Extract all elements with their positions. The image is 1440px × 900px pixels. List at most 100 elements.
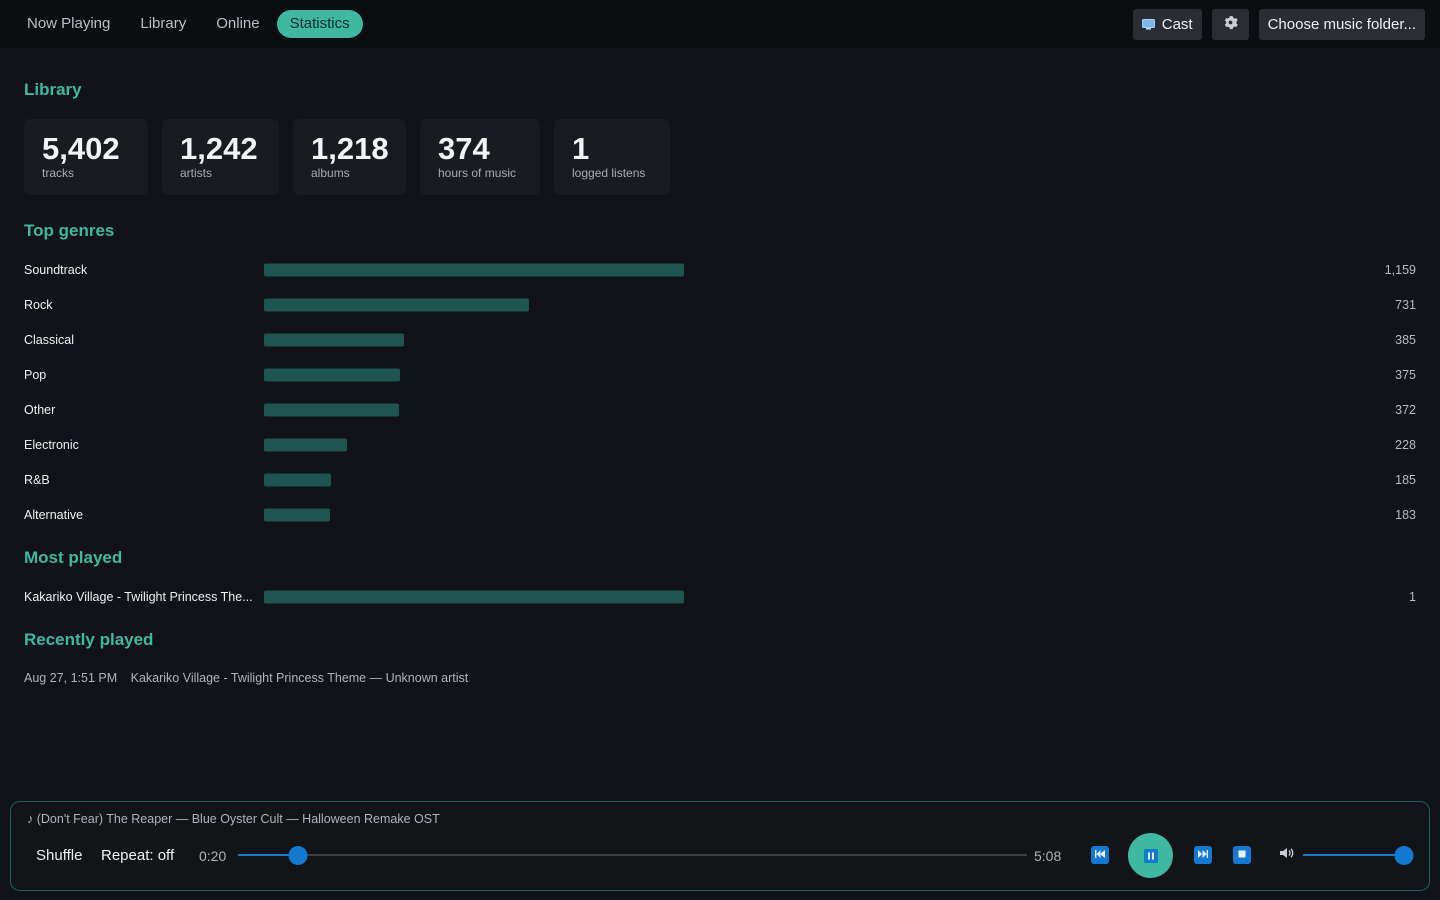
previous-icon <box>1094 846 1106 864</box>
genre-bar <box>264 298 529 311</box>
volume-icon <box>1279 846 1295 864</box>
genre-count: 1,159 <box>1384 262 1416 277</box>
genre-bar-track <box>264 368 400 381</box>
genre-row: Alternative 183 <box>24 497 1416 532</box>
most-played-count: 1 <box>1409 589 1416 604</box>
tab-now-playing[interactable]: Now Playing <box>14 10 123 38</box>
stat-label: albums <box>311 166 350 180</box>
previous-button[interactable] <box>1091 846 1109 864</box>
stat-value: 5,402 <box>42 131 120 166</box>
stat-label: logged listens <box>572 166 646 180</box>
genre-count: 372 <box>1395 402 1416 417</box>
seek-bar[interactable] <box>238 846 1027 865</box>
genre-name: Soundtrack <box>24 262 88 277</box>
most-played-bar-track <box>264 590 684 603</box>
genre-count: 731 <box>1395 297 1416 312</box>
genre-count: 185 <box>1395 472 1416 487</box>
recent-timestamp: Aug 27, 1:51 PM <box>24 671 118 685</box>
most-played-heading: Most played <box>24 548 123 567</box>
cast-button[interactable]: Cast <box>1132 8 1202 40</box>
next-button[interactable] <box>1194 846 1212 864</box>
recently-played-heading: Recently played <box>24 630 154 649</box>
nav-tabs: Now Playing Library Online Statistics <box>14 10 363 38</box>
volume-handle[interactable] <box>1394 846 1414 865</box>
genre-row: Rock 731 <box>24 287 1416 322</box>
stat-label: tracks <box>42 166 75 180</box>
gear-icon <box>1223 15 1238 34</box>
cast-icon <box>1141 18 1155 30</box>
genre-bar-track <box>264 438 347 451</box>
genre-name: Other <box>24 402 56 417</box>
genre-bar-track <box>264 508 330 521</box>
repeat-button[interactable]: Repeat: off <box>101 847 174 864</box>
stat-card-artists: 1,242 artists <box>162 119 279 195</box>
most-played-name: Kakariko Village - Twilight Princess The… <box>24 589 253 604</box>
genre-bar-track <box>264 298 529 311</box>
genre-name: Classical <box>24 332 75 347</box>
stat-label: artists <box>180 166 213 180</box>
genre-bar <box>264 473 331 486</box>
duration-time: 5:08 <box>1034 848 1062 864</box>
stat-value: 1 <box>572 131 590 166</box>
most-played-list: Kakariko Village - Twilight Princess The… <box>24 579 1416 614</box>
genre-row: R&B 185 <box>24 462 1416 497</box>
stat-label: hours of music <box>438 166 517 180</box>
tab-statistics[interactable]: Statistics <box>276 10 363 38</box>
player-bar: ♪ (Don't Fear) The Reaper — Blue Oyster … <box>10 801 1430 891</box>
genre-count: 385 <box>1395 332 1416 347</box>
stat-card-hours: 374 hours of music <box>420 119 540 195</box>
genre-name: Electronic <box>24 437 79 452</box>
choose-folder-button[interactable]: Choose music folder... <box>1258 8 1425 40</box>
stop-icon <box>1237 846 1247 864</box>
seek-handle[interactable] <box>288 846 308 865</box>
genre-row: Pop 375 <box>24 357 1416 392</box>
stop-button[interactable] <box>1233 846 1251 864</box>
genre-row: Other 372 <box>24 392 1416 427</box>
cast-label: Cast <box>1161 15 1193 33</box>
tab-library[interactable]: Library <box>127 10 199 38</box>
genre-bar-track <box>264 403 399 416</box>
now-playing-text: ♪ (Don't Fear) The Reaper — Blue Oyster … <box>27 812 440 826</box>
genre-bar <box>264 263 684 276</box>
stat-value: 374 <box>438 131 490 166</box>
genre-bar <box>264 403 399 416</box>
genre-count: 228 <box>1395 437 1416 452</box>
shuffle-button[interactable]: Shuffle <box>36 847 82 864</box>
top-genres-heading: Top genres <box>24 221 115 240</box>
genre-bar <box>264 333 404 346</box>
most-played-row: Kakariko Village - Twilight Princess The… <box>24 579 1416 614</box>
genre-bar <box>264 368 400 381</box>
genre-bar <box>264 508 330 521</box>
recent-item: Aug 27, 1:51 PM Kakariko Village - Twili… <box>24 671 468 685</box>
stat-value: 1,242 <box>180 131 258 166</box>
next-icon <box>1197 846 1209 864</box>
genre-name: Alternative <box>24 507 84 522</box>
genre-name: Rock <box>24 297 53 312</box>
settings-button[interactable] <box>1211 8 1249 40</box>
genre-bar-track <box>264 333 404 346</box>
genre-name: R&B <box>24 472 50 487</box>
genre-row: Electronic 228 <box>24 427 1416 462</box>
play-pause-button[interactable] <box>1128 833 1173 878</box>
stat-value: 1,218 <box>311 131 389 166</box>
volume-slider[interactable] <box>1303 846 1414 865</box>
genre-list: Soundtrack 1,159 Rock 731 Classical 385 Pop 375… <box>24 252 1416 532</box>
tab-online[interactable]: Online <box>203 10 272 38</box>
mute-button[interactable] <box>1278 846 1296 864</box>
genre-bar <box>264 438 347 451</box>
stat-card-albums: 1,218 albums <box>293 119 406 195</box>
most-played-bar <box>264 590 684 603</box>
recent-track: Kakariko Village - Twilight Princess The… <box>130 671 469 685</box>
library-stats: 5,402 tracks 1,242 artists 1,218 albums … <box>24 119 670 195</box>
stat-card-tracks: 5,402 tracks <box>24 119 148 195</box>
genre-name: Pop <box>24 367 47 382</box>
pause-icon <box>1143 848 1158 863</box>
genre-row: Classical 385 <box>24 322 1416 357</box>
genre-count: 375 <box>1395 367 1416 382</box>
genre-count: 183 <box>1395 507 1416 522</box>
library-heading: Library <box>24 80 82 99</box>
elapsed-time: 0:20 <box>199 848 227 864</box>
genre-bar-track <box>264 473 331 486</box>
stat-card-listens: 1 logged listens <box>554 119 670 195</box>
genre-bar-track <box>264 263 684 276</box>
